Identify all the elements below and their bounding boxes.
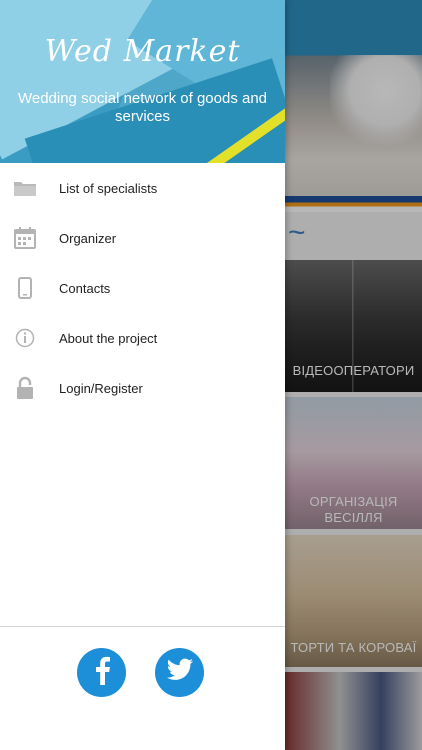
facebook-button[interactable] xyxy=(77,648,126,697)
twitter-button[interactable] xyxy=(155,648,204,697)
menu-item-label: Contacts xyxy=(59,280,111,296)
drawer-header: Wed Market Wedding social network of goo… xyxy=(0,0,285,163)
phone-icon xyxy=(12,275,38,301)
drawer-scrim[interactable] xyxy=(285,0,422,750)
footer-divider xyxy=(0,626,285,627)
twitter-icon xyxy=(166,658,194,687)
menu-item-organizer[interactable]: Organizer xyxy=(0,213,285,263)
menu-item-specialists[interactable]: List of specialists xyxy=(0,163,285,213)
menu-item-label: List of specialists xyxy=(59,180,158,196)
menu-item-contacts[interactable]: Contacts xyxy=(0,263,285,313)
lock-icon xyxy=(12,375,38,401)
drawer-menu: List of specialists Organizer Contacts A… xyxy=(0,163,285,413)
app-tagline: Wedding social network of goods and serv… xyxy=(17,90,268,125)
menu-item-label: Login/Register xyxy=(59,380,143,396)
calendar-icon xyxy=(12,225,38,251)
menu-item-label: About the project xyxy=(59,330,158,346)
menu-item-label: Organizer xyxy=(59,230,117,246)
info-icon xyxy=(12,325,38,351)
menu-item-login[interactable]: Login/Register xyxy=(0,363,285,413)
navigation-drawer: Wed Market Wedding social network of goo… xyxy=(0,0,285,750)
menu-item-about[interactable]: About the project xyxy=(0,313,285,363)
folder-icon xyxy=(12,175,38,201)
facebook-icon xyxy=(92,655,112,690)
app-logo-text: Wed Market xyxy=(44,34,241,69)
